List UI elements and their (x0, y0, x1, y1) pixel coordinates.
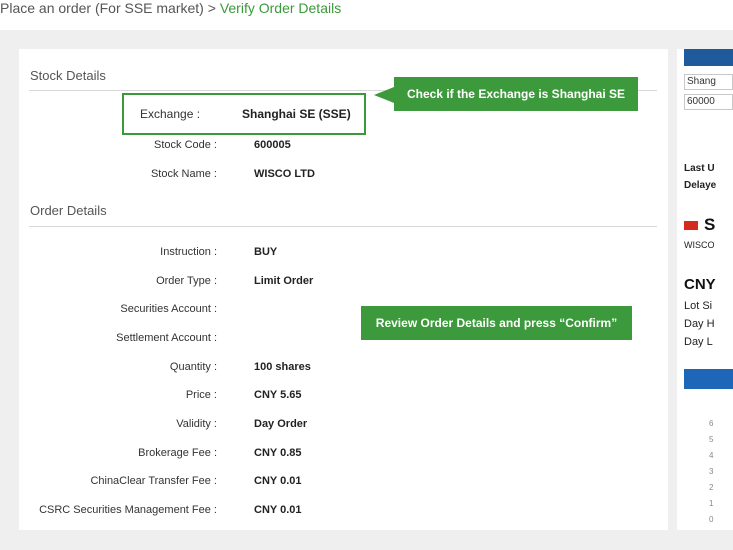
validity-label: Validity : (176, 418, 217, 430)
order-type-row: Order Type : Limit Order (19, 273, 668, 291)
stock-code-row: Stock Code : 600005 (19, 137, 668, 155)
china-flag-icon (684, 221, 698, 230)
side-stock-name: WISCO (684, 240, 715, 250)
price-label: Price : (185, 389, 217, 401)
market-select[interactable]: Shang (684, 74, 733, 90)
stock-name-row: Stock Name : WISCO LTD (19, 166, 668, 184)
breadcrumb: Place an order (For SSE market) > Verify… (0, 0, 341, 20)
axis-tick: 1 (709, 499, 714, 508)
delayed-label: Delaye (684, 180, 717, 191)
chinaclear-fee-row: ChinaClear Transfer Fee : CNY 0.01 (19, 473, 668, 491)
side-panel-button[interactable] (684, 369, 733, 389)
axis-tick: 2 (709, 483, 714, 492)
securities-account-label: Securities Account : (120, 303, 217, 315)
side-panel-header (684, 49, 733, 66)
order-type-label: Order Type : (156, 275, 217, 287)
breadcrumb-current: Verify Order Details (219, 0, 342, 16)
chinaclear-fee-value: CNY 0.01 (254, 475, 302, 487)
stock-code-label: Stock Code : (154, 139, 217, 151)
chinaclear-fee-label: ChinaClear Transfer Fee : (90, 475, 217, 487)
side-currency: CNY (684, 276, 716, 293)
stock-details-title: Stock Details (30, 68, 106, 83)
csrc-fee-label: CSRC Securities Management Fee : (39, 504, 217, 516)
quantity-label: Quantity : (169, 361, 217, 373)
day-low-label: Day L (684, 336, 713, 348)
price-value: CNY 5.65 (254, 389, 302, 401)
stock-code-input[interactable]: 60000 (684, 94, 733, 110)
order-verify-panel: Stock Details Exchange : Shanghai SE (SS… (19, 49, 668, 530)
quantity-row: Quantity : 100 shares (19, 359, 668, 377)
order-details-title: Order Details (30, 203, 107, 218)
instruction-label: Instruction : (160, 246, 217, 258)
order-type-value: Limit Order (254, 275, 314, 287)
axis-tick: 4 (709, 451, 714, 460)
csrc-fee-value: CNY 0.01 (254, 504, 302, 516)
axis-tick: 5 (709, 435, 714, 444)
review-callout: Review Order Details and press “Confirm” (361, 306, 632, 340)
lot-size-label: Lot Si (684, 300, 713, 312)
axis-tick: 3 (709, 467, 714, 476)
stock-code-value: 600005 (254, 139, 291, 151)
validity-row: Validity : Day Order (19, 416, 668, 434)
validity-value: Day Order (254, 418, 308, 430)
stock-name-label: Stock Name : (150, 168, 217, 180)
exchange-highlight-box: Exchange : Shanghai SE (SSE) (122, 93, 366, 135)
side-stock-code: S (704, 215, 716, 234)
order-details-divider (29, 226, 657, 227)
quantity-value: 100 shares (254, 361, 311, 373)
axis-tick: 0 (709, 515, 714, 524)
breadcrumb-separator: > (203, 0, 220, 16)
csrc-fee-row: CSRC Securities Management Fee : CNY 0.0… (19, 502, 668, 520)
exchange-callout: Check if the Exchange is Shanghai SE (394, 77, 638, 111)
callout-arrow (374, 87, 394, 103)
quote-side-panel: Shang 60000 Last U Delaye S WISCO CNY Lo… (677, 49, 733, 530)
axis-tick: 6 (709, 419, 714, 428)
instruction-value: BUY (254, 246, 278, 258)
brokerage-fee-row: Brokerage Fee : CNY 0.85 (19, 445, 668, 463)
price-row: Price : CNY 5.65 (19, 387, 668, 405)
last-update-label: Last U (684, 163, 715, 174)
exchange-value: Shanghai SE (SSE) (242, 107, 351, 121)
instruction-row: Instruction : BUY (19, 244, 668, 262)
stock-name-value: WISCO LTD (254, 168, 315, 180)
exchange-label: Exchange : (140, 107, 201, 121)
brokerage-fee-value: CNY 0.85 (254, 447, 302, 459)
day-high-label: Day H (684, 318, 715, 330)
breadcrumb-parent[interactable]: Place an order (For SSE market) (0, 0, 204, 16)
brokerage-fee-label: Brokerage Fee : (138, 447, 217, 459)
settlement-account-label: Settlement Account : (116, 332, 217, 344)
